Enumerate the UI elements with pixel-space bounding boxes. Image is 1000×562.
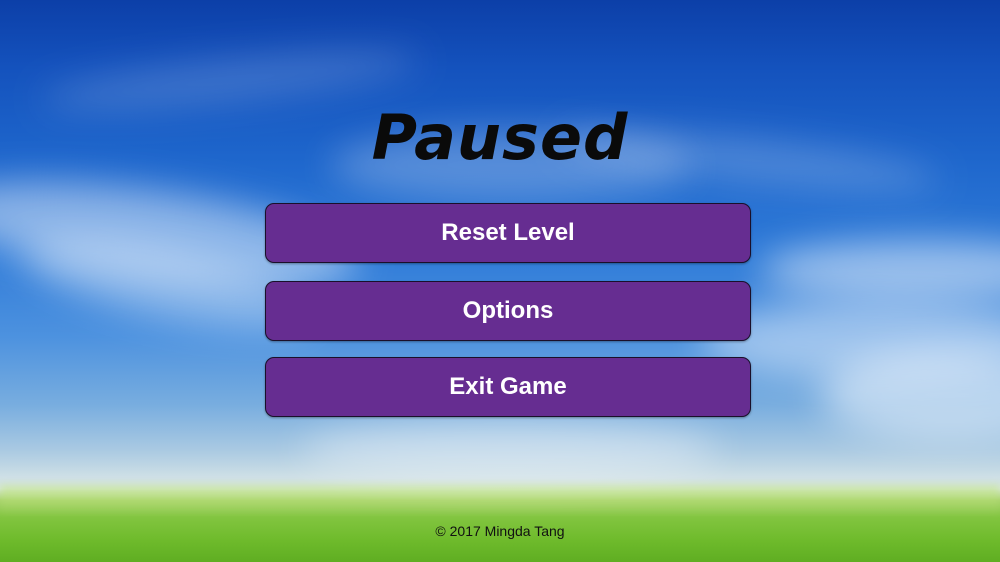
reset-level-button[interactable]: Reset Level — [265, 203, 751, 263]
cloud — [300, 420, 720, 480]
pause-title: Paused — [371, 101, 629, 174]
exit-game-button[interactable]: Exit Game — [265, 357, 751, 417]
options-label: Options — [462, 297, 554, 324]
cloud — [760, 240, 1000, 300]
options-button[interactable]: Options — [265, 281, 751, 341]
reset-level-label: Reset Level — [441, 219, 575, 246]
exit-game-label: Exit Game — [449, 373, 567, 400]
pause-screen: Paused Reset Level Options Exit Game © 2… — [0, 0, 1000, 562]
copyright-footer: © 2017 Mingda Tang — [435, 523, 565, 539]
